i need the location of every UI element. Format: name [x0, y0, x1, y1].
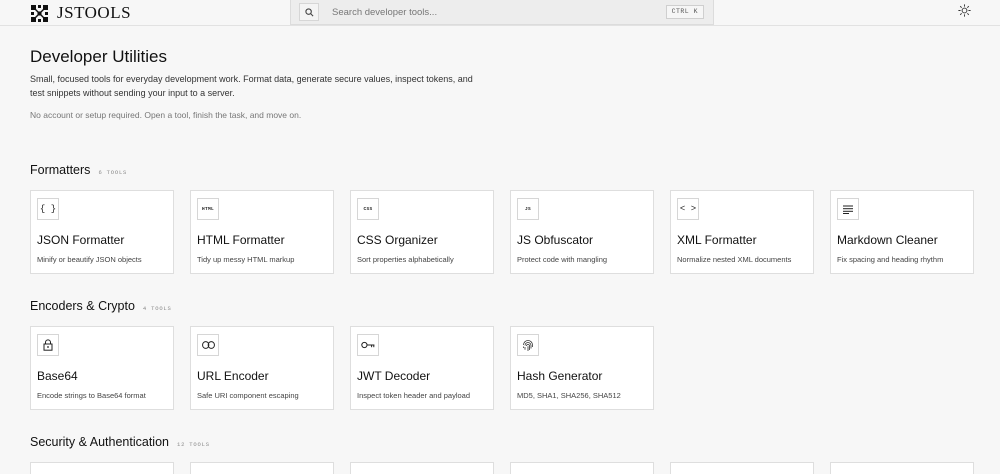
lines-icon	[837, 198, 859, 220]
section-title: Security & Authentication	[30, 435, 169, 449]
tool-description: Minify or beautify JSON objects	[37, 255, 142, 264]
page-description: Small, focused tools for everyday develo…	[30, 74, 473, 98]
tool-card[interactable]	[30, 462, 174, 474]
search-shortcut-badge: CTRL K	[665, 5, 704, 19]
section-header-formatters: Formatters 6 TOOLS	[30, 163, 127, 177]
tool-title: Markdown Cleaner	[837, 233, 938, 247]
brand-name: JSTOOLS	[57, 3, 132, 22]
section-count: 6 TOOLS	[98, 169, 128, 176]
link-icon	[197, 334, 219, 356]
key-icon	[357, 334, 379, 356]
tool-description: Encode strings to Base64 format	[37, 391, 146, 400]
top-bar: JSTOOLS CTRL K	[0, 0, 1000, 26]
tool-description: MD5, SHA1, SHA256, SHA512	[517, 391, 621, 400]
tool-card-url-encoder[interactable]: URL Encoder Safe URI component escaping	[190, 326, 334, 410]
section-header-encoders-crypto: Encoders & Crypto 4 TOOLS	[30, 299, 172, 313]
sun-icon	[957, 4, 971, 22]
search-icon	[299, 3, 319, 21]
tool-title: JSON Formatter	[37, 233, 125, 247]
tool-title: URL Encoder	[197, 369, 269, 383]
tool-card[interactable]	[830, 462, 974, 474]
section-count: 12 TOOLS	[176, 441, 210, 448]
tool-card-css-organizer[interactable]: CSS CSS Organizer Sort properties alphab…	[350, 190, 494, 274]
section-title: Encoders & Crypto	[30, 299, 135, 313]
tool-title: XML Formatter	[677, 233, 757, 247]
lock-icon	[37, 334, 59, 356]
section-title: Formatters	[30, 163, 91, 177]
tool-card-xml-formatter[interactable]: < > XML Formatter Normalize nested XML d…	[670, 190, 814, 274]
tool-title: JWT Decoder	[357, 369, 431, 383]
tool-description: Fix spacing and heading rhythm	[837, 255, 944, 264]
tool-card-markdown-cleaner[interactable]: Markdown Cleaner Fix spacing and heading…	[830, 190, 974, 274]
angle-brackets-icon: < >	[677, 198, 699, 220]
section-count: 4 TOOLS	[142, 305, 172, 312]
page-title: Developer Utilities	[30, 47, 167, 66]
section-header-security-authentication: Security & Authentication 12 TOOLS	[30, 435, 210, 449]
html-tag-icon: HTML	[197, 198, 219, 220]
tool-description: Tidy up messy HTML markup	[197, 255, 295, 264]
search-bar[interactable]: CTRL K	[290, 0, 714, 25]
page-note: No account or setup required. Open a too…	[30, 110, 302, 120]
tool-description: Normalize nested XML documents	[677, 255, 792, 264]
tool-title: Hash Generator	[517, 369, 603, 383]
tool-description: Sort properties alphabetically	[357, 255, 454, 264]
tool-card[interactable]	[350, 462, 494, 474]
tool-title: CSS Organizer	[357, 233, 438, 247]
brand[interactable]: JSTOOLS	[30, 3, 131, 23]
css-tag-icon: CSS	[357, 198, 379, 220]
tool-card-js-obfuscator[interactable]: JS JS Obfuscator Protect code with mangl…	[510, 190, 654, 274]
js-tag-icon: JS	[517, 198, 539, 220]
tool-card-json-formatter[interactable]: { } JSON Formatter Minify or beautify JS…	[30, 190, 174, 274]
search-input[interactable]	[332, 6, 662, 18]
logo-icon	[30, 4, 49, 23]
theme-toggle-button[interactable]	[956, 4, 972, 22]
tool-title: JS Obfuscator	[517, 233, 594, 247]
tool-title: HTML Formatter	[197, 233, 285, 247]
tool-card[interactable]	[510, 462, 654, 474]
tool-description: Safe URI component escaping	[197, 391, 299, 400]
tool-card-hash-generator[interactable]: Hash Generator MD5, SHA1, SHA256, SHA512	[510, 326, 654, 410]
tool-card[interactable]	[670, 462, 814, 474]
tool-title: Base64	[37, 369, 78, 383]
tool-card[interactable]	[190, 462, 334, 474]
tool-card-html-formatter[interactable]: HTML HTML Formatter Tidy up messy HTML m…	[190, 190, 334, 274]
braces-icon: { }	[37, 198, 59, 220]
tool-description: Protect code with mangling	[517, 255, 608, 264]
fingerprint-icon	[517, 334, 539, 356]
tool-card-jwt-decoder[interactable]: JWT Decoder Inspect token header and pay…	[350, 326, 494, 410]
tool-description: Inspect token header and payload	[357, 391, 471, 400]
tool-card-base64[interactable]: Base64 Encode strings to Base64 format	[30, 326, 174, 410]
